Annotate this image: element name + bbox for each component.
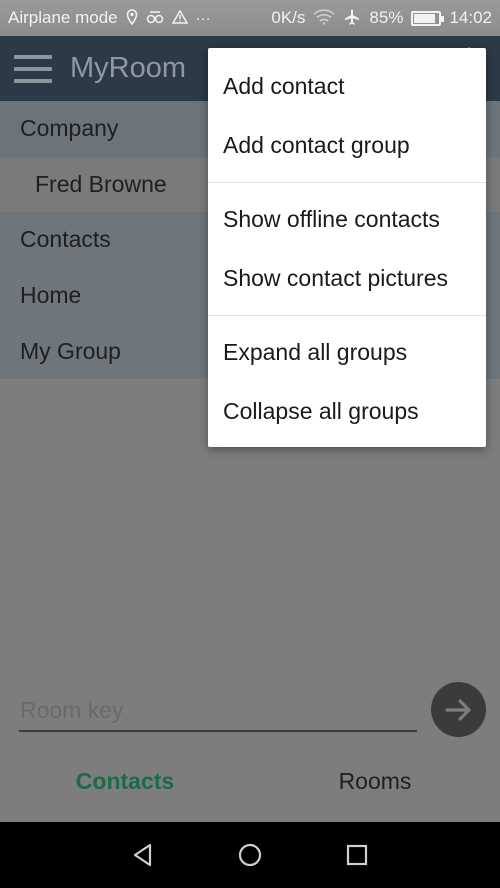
app-title: MyRoom: [70, 52, 187, 84]
menu-item-add-contact-group[interactable]: Add contact group: [208, 116, 486, 175]
back-icon[interactable]: [123, 835, 163, 875]
menu-item-add-contact[interactable]: Add contact: [208, 57, 486, 116]
group-label: Company: [20, 115, 119, 142]
airplane-icon: [343, 8, 361, 29]
status-bar: Airplane mode ··· 0K/s 85% 14:02: [0, 0, 500, 36]
wifi-icon: [313, 8, 335, 28]
menu-item-expand-all-groups[interactable]: Expand all groups: [208, 323, 486, 382]
arrow-right-icon: [444, 698, 471, 721]
menu-icon[interactable]: [14, 54, 52, 83]
menu-item-collapse-all-groups[interactable]: Collapse all groups: [208, 382, 486, 441]
room-key-input[interactable]: [19, 690, 417, 732]
network-speed: 0K/s: [271, 8, 306, 27]
warning-icon: [171, 9, 188, 27]
home-icon[interactable]: [230, 835, 270, 875]
bottom-tabs: Contacts Rooms: [0, 754, 500, 808]
navigation-bar: [0, 822, 500, 888]
tab-contacts[interactable]: Contacts: [0, 754, 250, 808]
battery-percent: 85%: [369, 8, 404, 27]
menu-divider: [208, 182, 486, 183]
airplane-mode-label: Airplane mode: [8, 8, 118, 27]
menu-item-show-contact-pictures[interactable]: Show contact pictures: [208, 249, 486, 308]
group-label: Contacts: [20, 226, 111, 253]
location-icon: [126, 8, 138, 28]
battery-level: [414, 13, 435, 23]
group-label: Home: [20, 282, 82, 309]
join-room-button[interactable]: [431, 682, 486, 737]
menu-item-show-offline-contacts[interactable]: Show offline contacts: [208, 190, 486, 249]
more-icon: ···: [195, 9, 211, 27]
battery-icon: [411, 10, 445, 26]
contact-label: Fred Browne: [35, 170, 167, 197]
overflow-menu: Add contact Add contact group Show offli…: [208, 48, 486, 447]
group-label: My Group: [20, 337, 121, 364]
tab-rooms[interactable]: Rooms: [250, 754, 500, 808]
roaming-icon: [146, 10, 164, 27]
menu-divider: [208, 315, 486, 316]
clock: 14:02: [449, 8, 492, 27]
recents-icon[interactable]: [337, 835, 377, 875]
